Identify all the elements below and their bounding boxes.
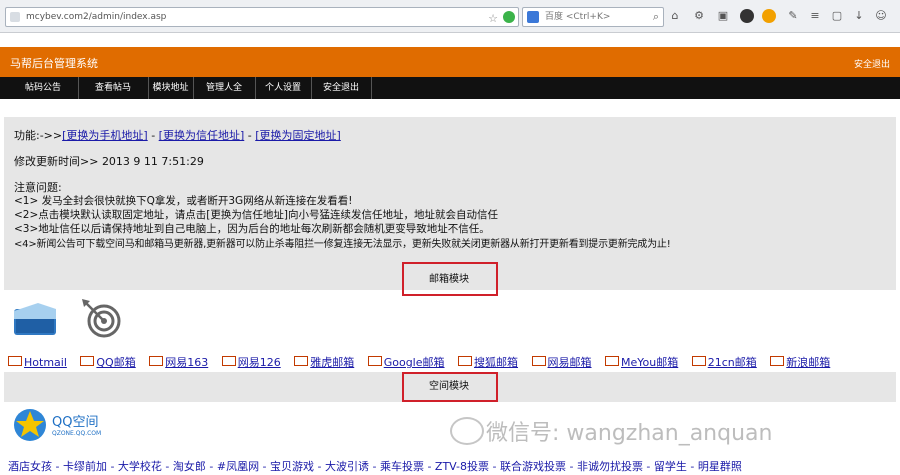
home-icon[interactable]: ⌂ [668,9,682,23]
nav-item-logout[interactable]: 安全退出 [311,77,372,99]
nav-item-admin[interactable]: 管理人全 [193,77,256,99]
qq-space-logo-text: QQ空间 [52,415,99,430]
envelope-icon [149,356,164,366]
wechat-watermark-icon [450,417,484,445]
mail-link[interactable]: Google邮箱 [367,354,445,370]
settings-icon[interactable]: ⚙ [692,9,706,23]
update-time-label: 修改更新时间>> [14,155,99,168]
addon-icon[interactable] [740,9,754,23]
mail-link[interactable]: 新浪邮箱 [770,354,830,370]
envelope-icon [8,356,22,366]
go-button[interactable] [503,11,515,23]
function-prefix: 功能:->> [14,129,63,142]
nav-item-view[interactable]: 查看帖马 [78,77,149,99]
mail-link[interactable]: QQ邮箱 [80,354,136,370]
update-time-line: 修改更新时间>> 2013 9 11 7:51:29 [14,153,204,169]
download-icon[interactable]: ▣ [716,9,730,23]
window-icon[interactable]: ▢ [830,9,844,23]
note-2: <2>点击模块默认读取固定地址，请点击[更换为信任地址]向小号猛连续发信任地址，… [14,209,498,221]
menu-icon[interactable]: ≡ [808,9,822,23]
wechat-watermark: 微信号: wangzhan_anquan [486,421,773,446]
address-bar[interactable]: mcybev.com2/admin/index.asp ☆ [5,7,519,27]
address-bar-url: mcybev.com2/admin/index.asp [26,12,167,22]
logout-link[interactable]: 安全退出 [854,57,890,70]
function-line: 功能:->>[更换为手机地址] - [更换为信任地址] - [更换为固定地址] [14,127,341,143]
note-1: <1> 发马全封会很快就换下Q拿发，或者断开3G网络从新连接在发看看! [14,195,353,207]
note-3: <3>地址信任以后请保持地址到自己电脑上，因为后台的地址每次刷新都会随机更变导致… [14,223,490,235]
envelope-icon [770,356,785,366]
note-4: <4>新闻公告可下载空间马和邮箱马更新器,更新器可以防止杀毒阻拦一修复连接无法显… [14,239,671,250]
bookmark-star-icon[interactable]: ☆ [488,10,498,28]
target-icon[interactable] [80,297,122,339]
envelope-icon [221,356,236,366]
mail-link[interactable]: MeYou邮箱 [605,354,678,370]
mail-folder-icon[interactable] [12,299,58,337]
tools-icon[interactable]: ✎ [786,9,800,23]
mail-link[interactable]: 网易163 [149,354,208,370]
separator-1: - [147,129,159,142]
main-nav: 帖码公告 查看帖马 模块地址 管理人全 个人设置 安全退出 [0,77,900,99]
app-header: 马帮后台管理系统 安全退出 [0,47,900,77]
app-title: 马帮后台管理系统 [10,57,98,70]
envelope-icon [605,356,620,366]
browser-toolbar: mcybev.com2/admin/index.asp ☆ 百度 <Ctrl+K… [0,0,900,33]
mail-link[interactable]: Hotmail [8,356,67,369]
switch-fixed-link[interactable]: [更换为固定地址] [255,129,341,142]
search-engine-icon[interactable] [527,11,539,23]
update-time-value: 2013 9 11 7:51:29 [101,155,204,168]
search-placeholder: 百度 <Ctrl+K> [545,12,611,22]
arrow-down-icon[interactable]: ↓ [852,9,866,23]
search-box[interactable]: 百度 <Ctrl+K> ⌕ [522,7,664,27]
envelope-icon [80,356,95,366]
switch-trust-link[interactable]: [更换为信任地址] [159,129,245,142]
mail-link[interactable]: 搜狐邮箱 [458,354,518,370]
nav-item-settings[interactable]: 个人设置 [255,77,312,99]
envelope-icon [294,356,309,366]
envelope-icon [691,356,706,366]
space-links-row[interactable]: 酒店女孩 - 卡缪前加 - 大学校花 - 淘女郎 - #凤凰网 - 宝贝游戏 -… [8,458,898,474]
switch-mobile-link[interactable]: [更换为手机地址] [62,129,148,142]
favicon-icon [10,12,20,22]
mail-link[interactable]: 21cn邮箱 [691,354,757,370]
mail-module-highlight [402,262,498,296]
envelope-icon [458,356,473,366]
nav-item-announce[interactable]: 帖码公告 [8,77,79,99]
nav-item-modules[interactable]: 模块地址 [148,77,194,99]
mail-link[interactable]: 雅虎邮箱 [294,354,354,370]
space-module-highlight [402,372,498,402]
mail-link[interactable]: 网易126 [221,354,281,370]
user-icon[interactable]: ☺ [874,9,888,23]
separator-2: - [244,129,256,142]
qq-space-logo-sub: QZONE.QQ.COM [52,430,102,437]
search-icon[interactable]: ⌕ [653,8,659,26]
extension-icon[interactable] [762,9,776,23]
qq-space-logo[interactable]: QQ空间 QZONE.QQ.COM [12,405,112,447]
mail-links-row: Hotmail QQ邮箱 网易163 网易126 雅虎邮箱 Google邮箱 搜… [8,354,888,370]
mail-link[interactable]: 网易邮箱 [531,354,592,370]
envelope-icon [367,356,382,366]
envelope-icon [531,356,546,366]
